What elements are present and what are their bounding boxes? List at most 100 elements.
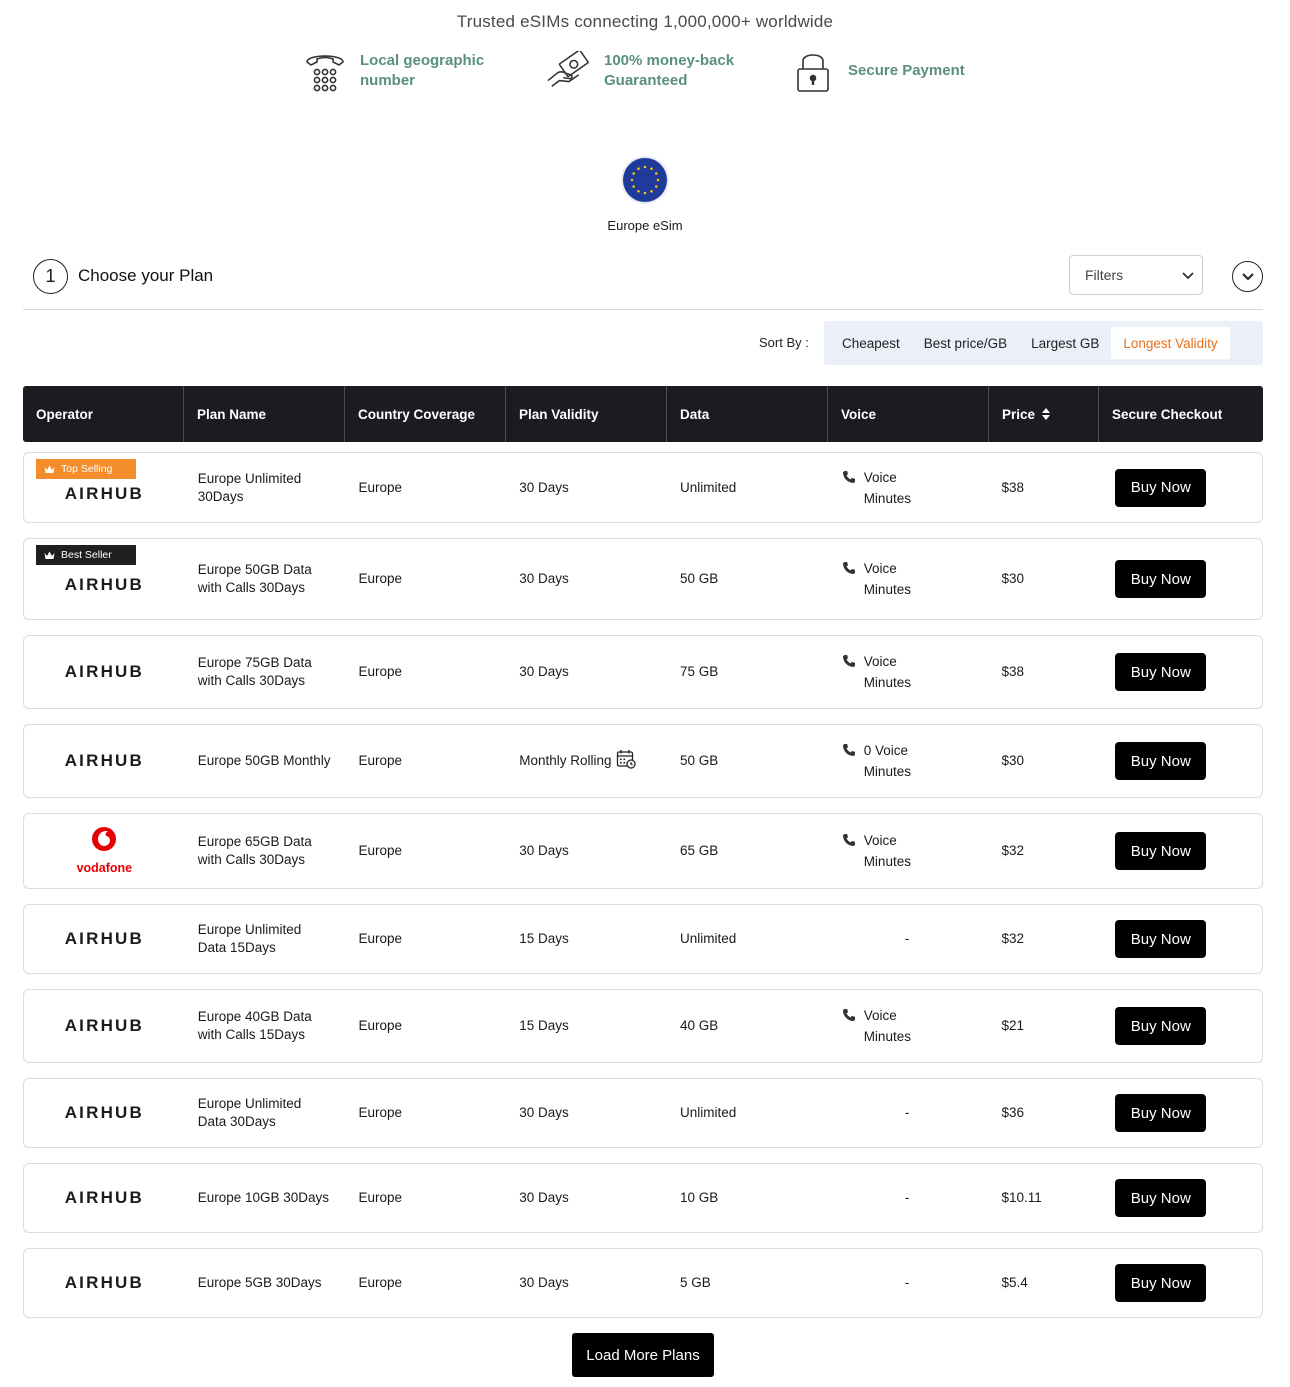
operator-cell: AIRHUB: [24, 905, 185, 973]
validity-text: 15 Days: [519, 1018, 569, 1033]
operator-cell: AIRHUB: [24, 725, 185, 797]
plan-name-cell: Europe 75GB Data with Calls 30Days: [197, 655, 312, 688]
data-cell: Unlimited: [679, 931, 737, 946]
load-more-button[interactable]: Load More Plans: [572, 1333, 714, 1377]
sort-longest-validity[interactable]: Longest Validity: [1111, 327, 1230, 359]
coverage-cell: Europe: [358, 1018, 403, 1033]
step-header: 1 Choose your Plan Filters: [33, 255, 1263, 295]
plan-name-cell: Europe Unlimited Data 30Days: [197, 1096, 302, 1129]
buy-now-button[interactable]: Buy Now: [1115, 920, 1207, 958]
voice-cell: -: [904, 931, 910, 946]
filters-select[interactable]: Filters: [1069, 255, 1203, 295]
validity-cell: 30 Days: [506, 663, 667, 681]
col-price[interactable]: Price: [989, 386, 1099, 442]
buy-now-button[interactable]: Buy Now: [1115, 742, 1207, 780]
data-cell: 50 GB: [679, 753, 719, 768]
sort-cheapest[interactable]: Cheapest: [830, 327, 912, 359]
validity-text: 15 Days: [519, 931, 569, 946]
buy-now-button[interactable]: Buy Now: [1115, 468, 1207, 507]
operator-cell: vodafone: [24, 814, 185, 888]
validity-cell: 15 Days: [506, 1017, 667, 1035]
checkout-cell: Buy Now: [1098, 1179, 1262, 1217]
data-cell: 10 GB: [679, 1190, 719, 1205]
voice-text: Voice Minutes: [863, 469, 911, 506]
buy-now-button[interactable]: Buy Now: [1115, 1007, 1207, 1045]
coverage-cell: Europe: [358, 1190, 403, 1205]
voice-cell: Voice Minutes: [828, 1005, 989, 1047]
coverage-cell: Europe: [358, 843, 403, 858]
data-cell: Unlimited: [679, 479, 737, 495]
operator-cell: AIRHUB: [24, 1164, 185, 1232]
operator-cell: AIRHUB: [24, 1079, 185, 1147]
buy-now-button[interactable]: Buy Now: [1115, 1264, 1207, 1302]
table-row: AIRHUB Europe 40GB Data with Calls 15Days…: [23, 989, 1263, 1063]
validity-cell: 30 Days: [506, 1189, 667, 1207]
checkout-cell: Buy Now: [1098, 1007, 1262, 1045]
buy-now-button[interactable]: Buy Now: [1115, 1179, 1207, 1217]
col-country-coverage: Country Coverage: [345, 386, 506, 442]
table-row: vodafone Europe 65GB Data with Calls 30Da…: [23, 813, 1263, 889]
price-cell: $32: [1001, 843, 1024, 858]
col-plan-validity: Plan Validity: [506, 386, 667, 442]
sort-options: Cheapest Best price/GB Largest GB Longes…: [824, 321, 1263, 365]
operator-name: AIRHUB: [64, 662, 145, 681]
sort-best-price-per-gb[interactable]: Best price/GB: [912, 327, 1019, 359]
validity-text: Monthly Rolling: [519, 752, 612, 768]
operator-name: AIRHUB: [64, 1188, 145, 1207]
plan-name-cell: Europe 10GB 30Days: [197, 1190, 330, 1205]
trust-label: 100% money-back Guaranteed: [604, 52, 735, 89]
operator-cell: AIRHUB: [24, 990, 185, 1062]
plan-name-cell: Europe 50GB Data with Calls 30Days: [197, 562, 312, 595]
operator-name: AIRHUB: [64, 1273, 145, 1292]
voice-text: Voice Minutes: [863, 654, 911, 690]
price-cell: $30: [1001, 753, 1024, 768]
phone-icon: [842, 561, 856, 580]
validity-text: 30 Days: [519, 1105, 569, 1120]
operator-name: AIRHUB: [64, 751, 145, 770]
checkout-cell: Buy Now: [1098, 653, 1262, 691]
operator-name: AIRHUB: [64, 1016, 145, 1035]
buy-now-button[interactable]: Buy Now: [1115, 653, 1207, 691]
phone-keypad-icon: [302, 48, 348, 94]
coverage-cell: Europe: [358, 571, 403, 586]
vodafone-logo: vodafone: [76, 826, 133, 877]
plan-name-cell: Europe Unlimited Data 15Days: [197, 922, 302, 955]
region-selector[interactable]: Europe eSim: [0, 158, 1290, 233]
collapse-toggle-button[interactable]: [1232, 261, 1263, 292]
checkout-cell: Buy Now: [1098, 742, 1262, 780]
buy-now-button[interactable]: Buy Now: [1115, 1094, 1207, 1132]
money-back-icon: [546, 48, 592, 94]
table-row: AIRHUB Europe 10GB 30Days Europe 30 Days 10 …: [23, 1163, 1263, 1233]
validity-cell: 15 Days: [506, 930, 667, 948]
data-cell: 75 GB: [679, 664, 719, 679]
phone-icon: [842, 654, 856, 673]
phone-icon: [842, 833, 856, 852]
crown-icon: [44, 551, 55, 560]
trust-money-back: 100% money-back Guaranteed: [546, 48, 744, 94]
voice-cell: Voice Minutes: [828, 651, 989, 693]
col-voice: Voice: [828, 386, 989, 442]
vodafone-icon: [91, 826, 117, 857]
padlock-icon: [790, 48, 836, 94]
data-cell: 40 GB: [679, 1018, 719, 1033]
sort-largest-gb[interactable]: Largest GB: [1019, 327, 1111, 359]
tagline: Trusted eSIMs connecting 1,000,000+ worl…: [456, 12, 834, 31]
operator-name: vodafone: [76, 860, 133, 875]
price-cell: $36: [1001, 1105, 1024, 1120]
price-cell: $30: [1001, 571, 1024, 586]
buy-now-button[interactable]: Buy Now: [1115, 560, 1207, 598]
trust-label: Secure Payment: [848, 62, 965, 79]
plan-name-cell: Europe 40GB Data with Calls 15Days: [197, 1009, 312, 1042]
filters-value: Filters: [1085, 267, 1124, 283]
buy-now-button[interactable]: Buy Now: [1115, 832, 1207, 870]
coverage-cell: Europe: [358, 664, 403, 679]
checkout-cell: Buy Now: [1098, 1094, 1262, 1132]
phone-icon: [842, 1008, 856, 1027]
voice-text: Voice Minutes: [863, 561, 911, 597]
price-cell: $5.4: [1001, 1275, 1028, 1290]
table-row: AIRHUB Europe 75GB Data with Calls 30Days…: [23, 635, 1263, 709]
step-title: Choose your Plan: [78, 266, 214, 285]
validity-cell: 30 Days: [506, 570, 667, 588]
operator-cell: Best Seller AIRHUB: [24, 539, 185, 619]
voice-cell: -: [904, 1190, 910, 1205]
